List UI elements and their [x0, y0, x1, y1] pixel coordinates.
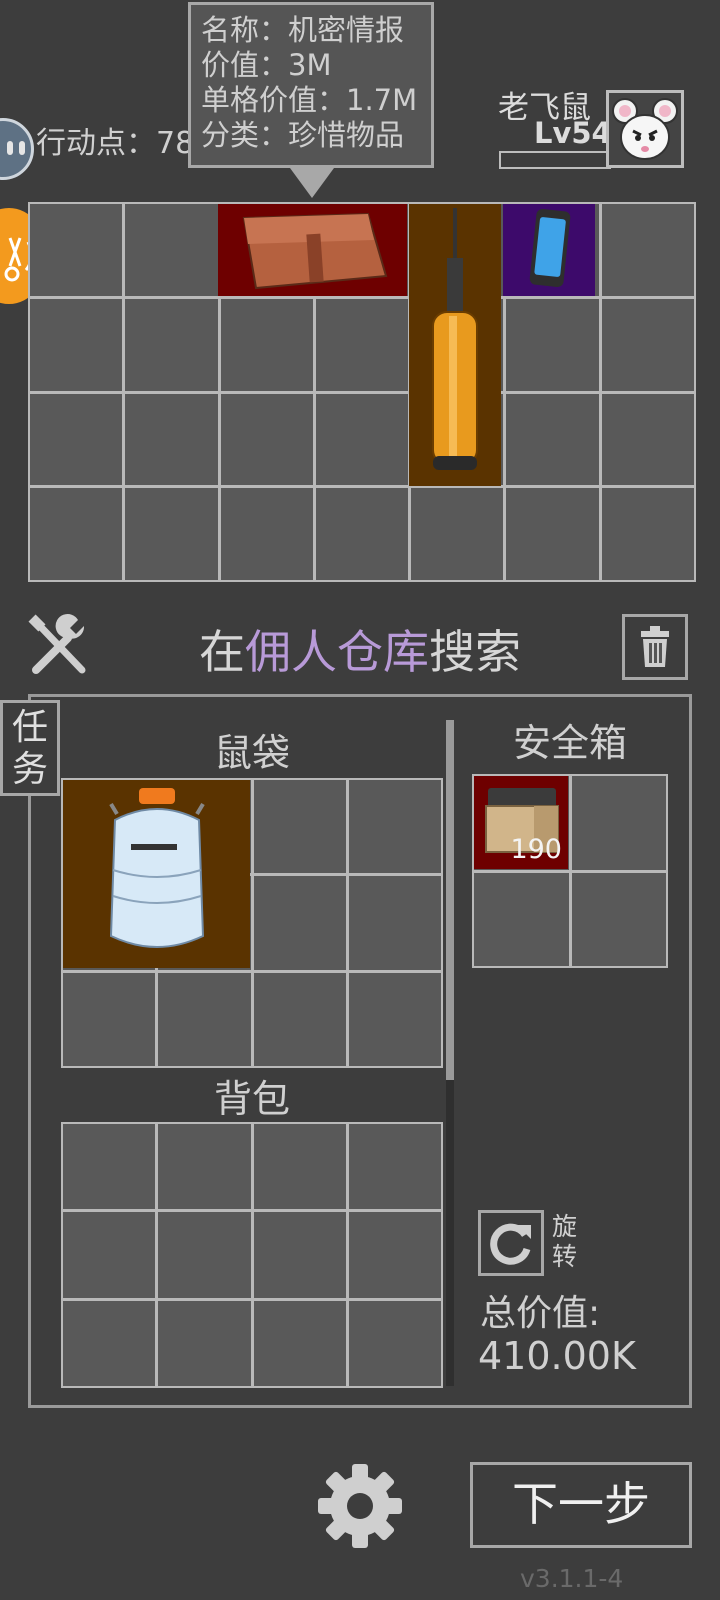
tooltip-value: 价值：3M — [201, 48, 332, 82]
item-count: 190 — [510, 834, 562, 865]
tooltip-name: 名称：机密情报 — [201, 13, 405, 47]
rotate-button[interactable] — [478, 1210, 544, 1276]
total-value-label: 总价值: — [480, 1293, 601, 1334]
action-points-label: 行动点：78 — [36, 126, 195, 161]
search-location: 佣人仓库 — [245, 625, 429, 679]
discard-button[interactable] — [622, 614, 688, 680]
white-mouse-avatar-icon — [612, 98, 678, 160]
avatar[interactable] — [606, 90, 684, 168]
settings-gear-icon[interactable] — [316, 1462, 404, 1550]
backpack-grid[interactable] — [61, 1122, 443, 1388]
search-suffix: 搜索 — [429, 625, 521, 679]
next-step-button[interactable]: 下一步 — [470, 1462, 692, 1548]
rotate-icon — [490, 1223, 531, 1265]
confidential-document-item[interactable] — [218, 204, 407, 296]
trash-icon — [641, 626, 669, 667]
total-value-amount: 410.00K — [478, 1334, 636, 1378]
item-tooltip: 名称：机密情报 价值：3M 单格价值：1.7M 分类：珍惜物品 — [188, 2, 434, 168]
pouch-scrollbar[interactable] — [446, 720, 454, 1386]
backpack-title: 背包 — [213, 1077, 290, 1121]
task-button-label: 任务 — [11, 707, 48, 790]
phone-item[interactable] — [503, 204, 595, 296]
search-title: 在佣人仓库搜索 — [0, 616, 720, 682]
rotate-label: 旋转 — [552, 1212, 578, 1271]
version-label: v3.1.1-4 — [520, 1564, 624, 1593]
ammo-box-item[interactable]: 190 — [474, 776, 568, 869]
search-prefix: 在 — [199, 625, 245, 679]
level-progress-bar — [499, 151, 611, 169]
player-level: Lv54 — [534, 116, 612, 150]
tooltip-arrow — [290, 168, 334, 198]
pouch-title: 鼠袋 — [213, 731, 290, 775]
tooltip-unit-value: 单格价值：1.7M — [201, 83, 418, 117]
screwdriver-item[interactable] — [409, 204, 501, 486]
liquid-nitrogen-tank-item[interactable] — [63, 780, 250, 968]
task-button[interactable]: 任务 — [0, 700, 60, 796]
safe-box-title: 安全箱 — [512, 721, 627, 765]
chat-bubble-icon[interactable] — [0, 118, 34, 180]
tooltip-category: 分类：珍惜物品 — [201, 118, 405, 152]
next-step-label: 下一步 — [512, 1477, 650, 1531]
